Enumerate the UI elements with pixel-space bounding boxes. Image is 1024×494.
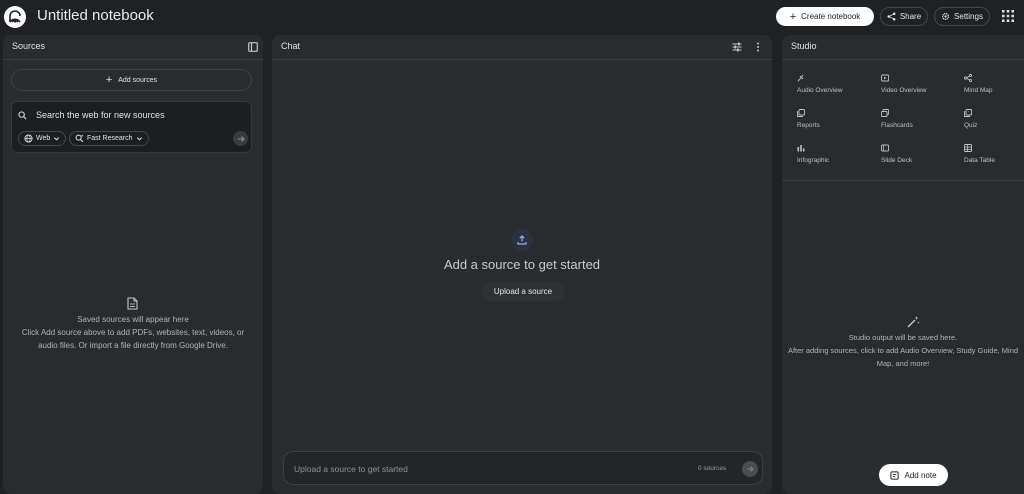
add-sources-button[interactable]: + Add sources bbox=[11, 69, 252, 91]
chevron-down-icon bbox=[54, 137, 60, 141]
globe-icon bbox=[24, 134, 33, 143]
tile-label: Data Table bbox=[964, 157, 995, 164]
audio-overview-icon bbox=[797, 74, 805, 82]
gear-icon bbox=[942, 12, 950, 21]
tile-label: Quiz bbox=[964, 122, 978, 129]
fast-research-label: Fast Research bbox=[87, 135, 133, 142]
tile-label: Flashcards bbox=[881, 122, 913, 129]
studio-tiles-divider bbox=[782, 180, 1024, 181]
infographic-icon bbox=[797, 144, 805, 152]
add-note-label: Add note bbox=[904, 470, 937, 480]
sources-empty-line2: audio files. Or import a file directly f… bbox=[38, 341, 228, 350]
data-table-icon bbox=[964, 144, 972, 152]
share-button[interactable]: Share bbox=[880, 7, 928, 26]
source-count: 0 sources bbox=[698, 465, 727, 472]
tile-label: Infographic bbox=[797, 157, 830, 164]
more-vert-icon[interactable] bbox=[756, 42, 760, 52]
web-chip[interactable]: Web bbox=[18, 131, 67, 146]
chat-input-box[interactable]: Upload a source to get started 0 sources bbox=[283, 451, 763, 485]
create-notebook-button[interactable]: + Create notebook bbox=[776, 7, 874, 26]
research-search-icon bbox=[75, 134, 84, 143]
send-button[interactable] bbox=[742, 461, 758, 477]
chevron-down-icon bbox=[136, 137, 142, 141]
studio-tile-mind-map[interactable]: Mind Map bbox=[958, 69, 1024, 99]
settings-button[interactable]: Settings bbox=[934, 7, 990, 26]
apps-grid-icon[interactable] bbox=[1002, 10, 1014, 22]
quiz-icon bbox=[964, 109, 972, 117]
add-note-button[interactable]: Add note bbox=[879, 464, 948, 486]
studio-tile-data-table[interactable]: Data Table bbox=[958, 139, 1024, 169]
share-label: Share bbox=[899, 12, 922, 21]
settings-label: Settings bbox=[954, 12, 983, 21]
tile-label: Audio Overview bbox=[797, 87, 843, 94]
studio-title: Studio bbox=[791, 41, 817, 51]
sources-divider bbox=[3, 59, 263, 60]
tile-label: Slide Deck bbox=[881, 157, 913, 164]
tune-icon[interactable] bbox=[732, 42, 742, 52]
search-submit-button[interactable] bbox=[233, 131, 248, 146]
share-icon bbox=[887, 12, 896, 21]
add-sources-label: Add sources bbox=[118, 76, 158, 84]
studio-empty-line2: Map, and more! bbox=[876, 359, 930, 368]
web-chip-label: Web bbox=[36, 135, 51, 142]
arrow-right-icon bbox=[237, 135, 245, 142]
sources-empty-title: Saved sources will appear here bbox=[77, 315, 189, 324]
search-icon bbox=[18, 111, 27, 120]
upload-icon bbox=[511, 229, 533, 251]
chat-headline: Add a source to get started bbox=[443, 257, 601, 272]
studio-divider bbox=[782, 59, 1024, 60]
note-icon bbox=[890, 470, 900, 480]
studio-tile-reports[interactable]: Reports bbox=[791, 104, 869, 134]
create-notebook-label: Create notebook bbox=[801, 12, 861, 21]
studio-tile-flashcards[interactable]: Flashcards bbox=[875, 104, 953, 134]
plus-icon: + bbox=[105, 74, 113, 86]
magic-wand-icon bbox=[906, 315, 920, 329]
sources-title: Sources bbox=[12, 41, 46, 51]
tile-label: Reports bbox=[797, 122, 820, 129]
studio-tile-video-overview[interactable]: Video Overview bbox=[875, 69, 953, 99]
chat-title: Chat bbox=[281, 41, 301, 51]
reports-icon bbox=[797, 109, 805, 117]
video-overview-icon bbox=[881, 74, 889, 82]
slide-deck-icon bbox=[881, 144, 889, 152]
studio-tile-audio-overview[interactable]: Audio Overview bbox=[791, 69, 869, 99]
mind-map-icon bbox=[964, 74, 972, 82]
arrow-right-icon bbox=[747, 466, 754, 472]
fast-research-chip[interactable]: Fast Research bbox=[69, 131, 149, 146]
document-icon bbox=[127, 297, 138, 310]
flashcards-icon bbox=[881, 109, 889, 117]
studio-tile-quiz[interactable]: Quiz bbox=[958, 104, 1024, 134]
studio-empty-state: Studio output will be saved here. After … bbox=[782, 331, 1024, 370]
upload-source-button[interactable]: Upload a source bbox=[481, 282, 565, 301]
studio-tile-slide-deck[interactable]: Slide Deck bbox=[875, 139, 953, 169]
sources-empty-state: Saved sources will appear here Click Add… bbox=[3, 313, 263, 352]
tile-label: Mind Map bbox=[964, 87, 993, 94]
collapse-panel-icon[interactable] bbox=[248, 42, 258, 52]
tile-label: Video Overview bbox=[881, 87, 927, 94]
plus-icon: + bbox=[789, 10, 797, 23]
notebook-title[interactable]: Untitled notebook bbox=[37, 7, 154, 24]
web-search-input[interactable]: Search the web for new sources bbox=[36, 110, 165, 120]
chat-input[interactable]: Upload a source to get started bbox=[294, 464, 408, 474]
studio-tile-infographic[interactable]: Infographic bbox=[791, 139, 869, 169]
web-search-box[interactable]: Search the web for new sources Web Fast … bbox=[11, 101, 252, 153]
sources-empty-line1: Click Add source above to add PDFs, webs… bbox=[21, 328, 245, 337]
notebook-logo-icon[interactable] bbox=[4, 6, 26, 28]
studio-empty-line1: After adding sources, click to add Audio… bbox=[787, 346, 1019, 355]
chat-divider bbox=[272, 59, 772, 60]
studio-empty-title: Studio output will be saved here. bbox=[848, 333, 958, 342]
top-bar: Untitled notebook + Create notebook Shar… bbox=[0, 0, 1024, 34]
